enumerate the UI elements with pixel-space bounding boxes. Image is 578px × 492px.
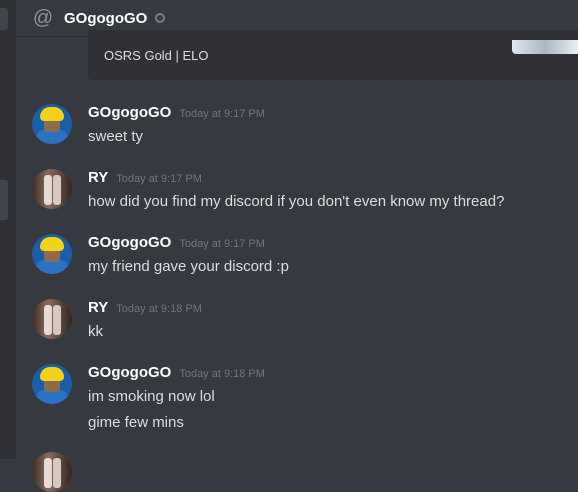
- embed-footer: OSRS Gold | ELO: [104, 48, 209, 63]
- avatar[interactable]: [32, 169, 72, 209]
- author-name[interactable]: RY: [88, 169, 108, 186]
- author-name[interactable]: GOgogoGO: [88, 234, 171, 251]
- at-icon: @: [32, 7, 54, 29]
- message-text: gime few mins: [88, 414, 184, 431]
- status-offline-icon: [155, 13, 166, 23]
- avatar[interactable]: [32, 452, 72, 492]
- link-embed: OSRS Gold | ELO: [88, 30, 578, 80]
- server-sidebar-edge: [0, 0, 16, 459]
- avatar[interactable]: [32, 364, 72, 404]
- avatar[interactable]: [32, 299, 72, 339]
- author-name[interactable]: GOgogoGO: [88, 104, 171, 121]
- sidebar-tab[interactable]: [0, 8, 8, 30]
- author-name[interactable]: GOgogoGO: [88, 364, 171, 381]
- message-text: how did you find my discord if you don't…: [88, 193, 505, 210]
- message-text: im smoking now lol: [88, 388, 215, 405]
- timestamp: Today at 9:17 PM: [116, 173, 202, 185]
- sidebar-tab[interactable]: [0, 180, 8, 220]
- author-name[interactable]: RY: [88, 299, 108, 316]
- timestamp: Today at 9:18 PM: [116, 303, 202, 315]
- dm-user-name[interactable]: GOgogoGO: [64, 10, 147, 27]
- message-text: kk: [88, 323, 103, 340]
- embed-thumbnail[interactable]: [512, 40, 578, 54]
- avatar[interactable]: [32, 104, 72, 144]
- avatar[interactable]: [32, 234, 72, 274]
- message-text: my friend gave your discord :p: [88, 258, 289, 275]
- timestamp: Today at 9:17 PM: [179, 108, 265, 120]
- timestamp: Today at 9:17 PM: [179, 238, 265, 250]
- message-text: sweet ty: [88, 128, 144, 145]
- timestamp: Today at 9:18 PM: [179, 368, 265, 380]
